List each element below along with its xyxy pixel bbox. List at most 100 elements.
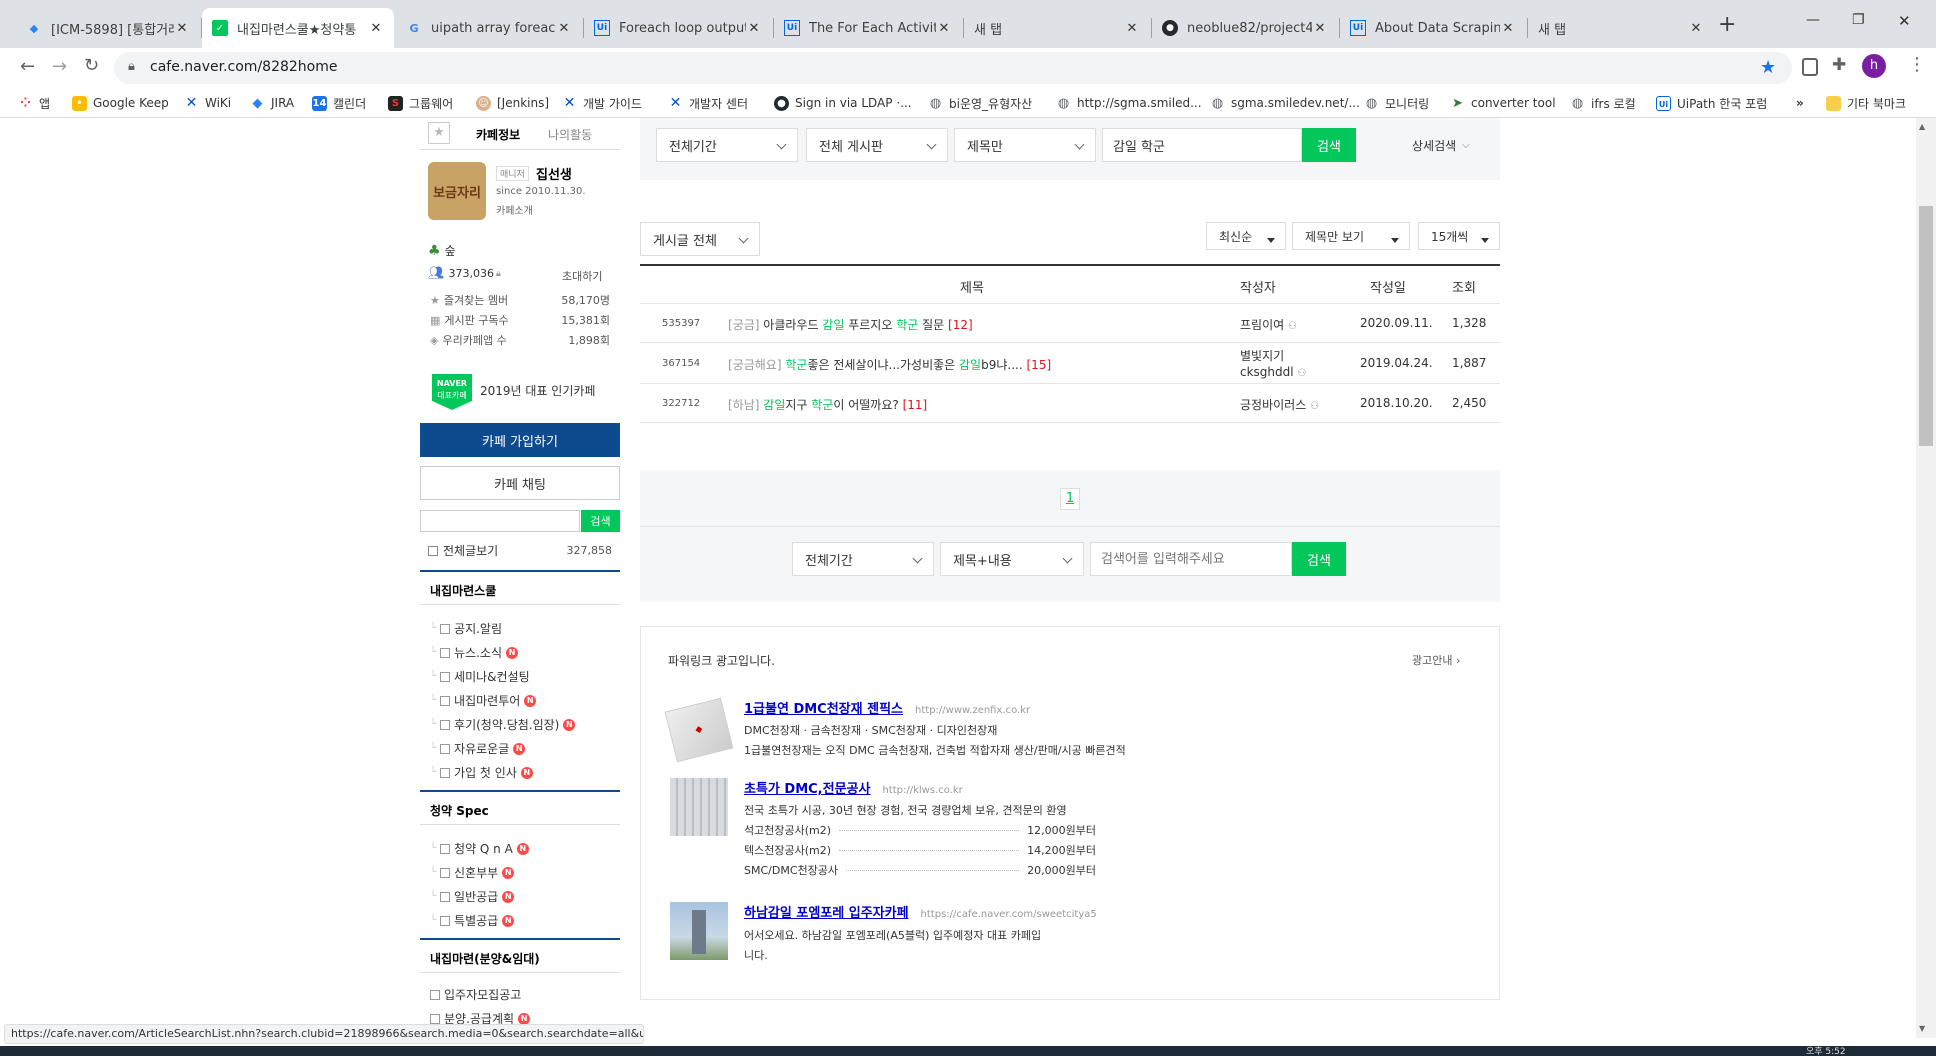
browser-tab[interactable]: G uipath array foreach - ✕ [396,8,582,48]
extension-shield-icon[interactable] [1802,58,1818,76]
bookmark-star-icon[interactable]: ★ [1760,57,1776,78]
comment-count[interactable]: [11] [903,398,928,412]
bookmark-item[interactable]: S 그룹웨어 [388,94,453,112]
join-cafe-button[interactable]: 카페 가입하기 [420,423,620,457]
close-tab-icon[interactable]: ✕ [1500,21,1516,36]
close-tab-icon[interactable]: ✕ [368,21,384,36]
forward-button[interactable]: → [52,56,67,77]
close-tab-icon[interactable]: ✕ [1688,21,1704,36]
cafe-intro-link[interactable]: 카페소개 [496,202,533,217]
bookmark-item[interactable]: ◍ sgma.smiledev.net/... [1210,94,1360,112]
close-tab-icon[interactable]: ✕ [936,21,952,36]
new-tab-button[interactable]: + [1718,12,1736,37]
close-tab-icon[interactable]: ✕ [1124,21,1140,36]
ad-title-link[interactable]: 초특가 DMC,전문공사 [744,778,870,797]
browser-tab[interactable]: Ui The For Each Activity ✕ [774,8,962,48]
table-row[interactable]: 367154 [궁금해요] 학군좋은 전세살이냐...가성비좋은 감일b9냐..… [640,344,1500,384]
ad-price-row[interactable]: 석고천장공사(m2) 12,000원부터 [744,822,1096,838]
close-tab-icon[interactable]: ✕ [556,21,572,36]
cafe-chat-button[interactable]: 카페 채팅 [420,466,620,500]
more-bookmarks-button[interactable]: » [1796,94,1804,112]
scroll-up-arrow-icon[interactable]: ▲ [1919,122,1925,131]
bookmark-item[interactable]: ✕ 개발 가이드 [562,94,642,112]
bookmark-item[interactable]: ● Sign in via LDAP ·... [774,94,912,112]
search-input[interactable]: 감일 학군 [1102,128,1302,162]
bottom-scope-select[interactable]: 제목+내용 [940,542,1084,576]
browser-tab[interactable]: Ui About Data Scraping ✕ [1340,8,1526,48]
favorite-star-icon[interactable]: ★ [428,122,450,144]
back-button[interactable]: ← [20,56,35,77]
reload-button[interactable]: ↻ [84,55,99,76]
menu-item[interactable]: └ 뉴스.소식 N [430,644,519,661]
menu-item[interactable]: └ 가입 첫 인사 N [430,764,533,781]
post-title-link[interactable]: [궁금] 아클라우드 감일 푸르지오 학군 질문 [12] [728,316,973,333]
ad-thumbnail-image[interactable] [670,778,728,836]
table-row[interactable]: 535397 [궁금] 아클라우드 감일 푸르지오 학군 질문 [12] 프림이… [640,305,1500,343]
search-button[interactable]: 검색 [1302,128,1356,162]
board-select[interactable]: 전체 게시판 [806,128,948,162]
ad-price-row[interactable]: SMC/DMC천장공사 20,000원부터 [744,862,1096,878]
menu-item[interactable]: └ 후기(청약.당첨.임장) N [430,716,576,733]
browser-tab-active[interactable]: ✓ 내집마련스쿨★청약통 ✕ [202,8,394,48]
browser-tab[interactable]: 새 탭 ✕ [1528,8,1714,48]
extensions-puzzle-icon[interactable]: ✚ [1832,55,1846,75]
author-name[interactable]: 프림이여 ⚇ [1240,316,1297,333]
close-tab-icon[interactable]: ✕ [1312,21,1328,36]
browser-tab[interactable]: 새 탭 ✕ [964,8,1150,48]
menu-item[interactable]: └ 청약 Q n AN [430,840,529,857]
bottom-search-input[interactable] [1090,542,1292,576]
menu-item[interactable]: 입주자모집공고 [430,986,521,1003]
menu-item[interactable]: └ 세미나&컨설팅 [430,668,530,685]
address-bar[interactable]: 🔒︎ cafe.naver.com/8282home ★ [114,52,1792,84]
cafe-logo[interactable]: 보금자리 [428,162,486,220]
bookmark-item[interactable]: ✕ 개발자 센터 [668,94,748,112]
scrollbar-thumb[interactable] [1919,206,1933,446]
sidebar-search-input[interactable] [420,510,580,532]
invite-link[interactable]: 초대하기 [562,268,602,284]
bookmark-item[interactable]: 14 캘린더 [312,94,366,112]
ad-title-link[interactable]: 하남감일 포엠포레 입주자카페 [744,902,909,921]
ad-title-link[interactable]: 1급불연 DMC천장재 젠픽스 [744,698,903,717]
author-name[interactable]: 별빛지기 cksghddl ⚇ [1240,348,1306,382]
member-count[interactable]: 👥︎ 373,036 🔒︎ [428,266,501,281]
bottom-search-button[interactable]: 검색 [1292,542,1346,576]
menu-item[interactable]: └ 일반공급 N [430,888,515,905]
menu-kebab-icon[interactable]: ⋮ [1908,54,1926,75]
close-tab-icon[interactable]: ✕ [746,21,762,36]
menu-item[interactable]: └ 공지.알림 [430,620,502,637]
bookmark-item[interactable]: ◆ JIRA [250,94,295,112]
sidebar-search-button[interactable]: 검색 [581,510,620,532]
comment-count[interactable]: [15] [1027,358,1052,372]
bookmark-item[interactable]: ☺ [Jenkins] [476,94,549,112]
bookmark-apps[interactable]: ⁘ 앱 [18,94,50,112]
ad-thumbnail-image[interactable] [670,902,728,960]
scope-select[interactable]: 제목만 [954,128,1096,162]
ads-guide-link[interactable]: 광고안내 › [1412,652,1460,668]
browser-tab[interactable]: ◆ [ICM-5898] [통합거래처 ✕ [16,8,200,48]
restore-button[interactable]: ❐ [1852,12,1865,28]
detail-search-toggle[interactable]: 상세검색 ⌵ [1412,137,1470,154]
bookmark-item[interactable]: ➤ converter tool [1450,94,1555,112]
scroll-down-arrow-icon[interactable]: ▼ [1919,1024,1925,1033]
author-name[interactable]: 긍정바이러스 ⚇ [1240,396,1319,413]
bookmark-item[interactable]: ◍ http://sgma.smiled... [1056,94,1202,112]
page-size-select[interactable]: 15개씩 [1418,222,1500,250]
sort-select[interactable]: 최신순 [1206,222,1286,250]
bookmark-item[interactable]: ◍ ifrs 로컬 [1570,94,1636,112]
post-title-link[interactable]: [궁금해요] 학군좋은 전세살이냐...가성비좋은 감일b9냐.... [15] [728,356,1051,373]
page-scrollbar[interactable]: ▲ ▼ [1916,118,1936,1038]
bottom-period-select[interactable]: 전체기간 [792,542,934,576]
period-select[interactable]: 전체기간 [656,128,798,162]
other-bookmarks-folder[interactable]: 기타 북마크 [1826,94,1906,112]
browser-tab[interactable]: Ui Foreach loop output a ✕ [584,8,772,48]
post-title-link[interactable]: [하남] 감일지구 학군이 어떨까요? [11] [728,396,927,413]
all-posts-link[interactable]: 전체글보기 327,858 [428,542,612,559]
menu-item[interactable]: └ 신혼부부 N [430,864,515,881]
view-mode-select[interactable]: 제목만 보기 [1292,222,1410,250]
menu-item[interactable]: └ 특별공급 N [430,912,515,929]
minimize-button[interactable]: — [1806,12,1820,28]
bookmark-item[interactable]: • Google Keep [72,94,169,112]
bookmark-item[interactable]: Ui UiPath 한국 포럼 [1656,94,1767,112]
comment-count[interactable]: [12] [948,318,973,332]
manager-name[interactable]: 집선생 [536,164,572,183]
